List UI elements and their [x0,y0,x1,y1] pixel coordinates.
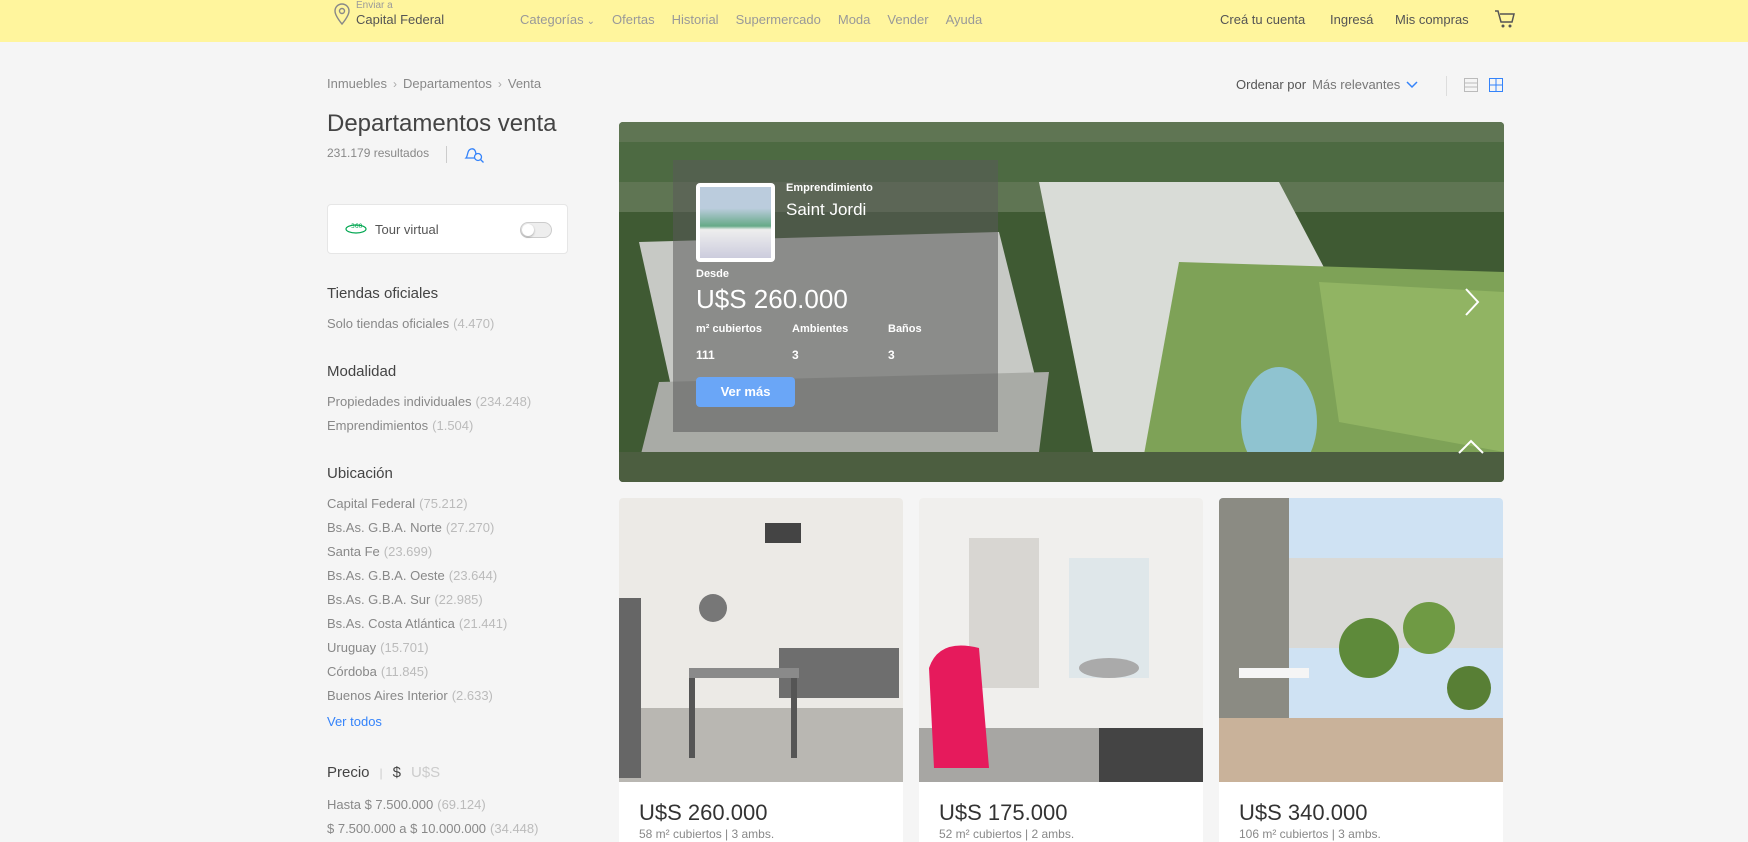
tour-virtual-label: Tour virtual [375,222,439,237]
filter-item[interactable]: Córdoba (11.845) [327,664,428,679]
filter-item[interactable]: Bs.As. G.B.A. Oeste (23.644) [327,568,497,583]
cart-icon[interactable] [1494,9,1516,34]
filter-item[interactable]: Emprendimientos (1.504) [327,418,473,433]
listing-card[interactable]: U$S 340.000 106 m² cubiertos | 3 ambs. [1219,498,1503,842]
hero-attr-value: 3 [888,348,895,362]
tour-virtual-filter: 360 Tour virtual [327,204,568,254]
listing-details: 58 m² cubiertos | 3 ambs. [639,827,775,841]
filter-item[interactable]: Hasta $ 7.500.000 (69.124) [327,797,486,812]
nav-moda[interactable]: Moda [838,12,871,27]
breadcrumb-venta[interactable]: Venta [508,76,541,91]
list-view-icon[interactable] [1464,78,1478,97]
chevron-right-icon: › [392,76,397,91]
listing-card[interactable]: U$S 260.000 58 m² cubiertos | 3 ambs. [619,498,903,842]
listing-price: U$S 340.000 [1239,800,1368,825]
toggle-knob [522,224,534,236]
filter-item[interactable]: Uruguay (15.701) [327,640,429,655]
thumbnail-image [700,187,771,258]
filter-item[interactable]: Bs.As. G.B.A. Sur (22.985) [327,592,483,607]
sort-value[interactable]: Más relevantes [1312,77,1400,92]
hero-attr-label: Baños [888,323,922,335]
chevron-up-icon[interactable] [1456,438,1486,461]
listing-image [919,498,1203,782]
currency-ars[interactable]: $ [393,764,401,781]
listing-image [619,498,903,782]
location-hint[interactable]: Enviar a [356,0,393,11]
filter-title-tiendas: Tiendas oficiales [327,285,439,302]
location-pin-icon[interactable] [333,2,351,33]
sort-label: Ordenar por [1236,77,1307,92]
filter-item[interactable]: Propiedades individuales (234.248) [327,394,531,409]
sort-control[interactable]: Ordenar por Más relevantes [1236,77,1418,92]
listing-price: U$S 175.000 [939,800,1068,825]
hero-attr-value: 3 [792,348,799,362]
breadcrumb-departamentos[interactable]: Departamentos [403,76,492,91]
filter-item[interactable]: Bs.As. G.B.A. Norte (27.270) [327,520,494,535]
currency-usd[interactable]: U$S [411,764,440,781]
listing-details: 52 m² cubiertos | 2 ambs. [939,827,1075,841]
results-count: 231.179 resultados [327,146,430,160]
nav-vender[interactable]: Vender [887,12,928,27]
nav-ayuda[interactable]: Ayuda [946,12,983,27]
listing-image [1219,498,1503,782]
hero-desde: Desde [696,268,730,280]
login-link[interactable]: Ingresá [1330,12,1373,27]
page-title: Departamentos venta [327,110,557,137]
360-icon: 360 [344,221,368,240]
chevron-right-icon[interactable] [1462,286,1482,323]
nav-supermercado[interactable]: Supermercado [736,12,821,27]
hero-name: Saint Jordi [786,200,867,219]
filter-title-precio: Precio | $ U$S [327,764,441,781]
location-value[interactable]: Capital Federal [356,12,444,27]
listing-price: U$S 260.000 [639,800,768,825]
main-nav: Categorías ⌄ Ofertas Historial Supermerca… [520,12,999,27]
alert-bell-icon[interactable] [462,145,486,168]
breadcrumb: Inmuebles › Departamentos › Venta [327,76,541,91]
chevron-down-icon: ⌄ [586,16,595,27]
divider [1446,76,1447,96]
filter-item[interactable]: Santa Fe (23.699) [327,544,432,559]
ver-mas-button[interactable]: Ver más [696,377,795,407]
nav-ofertas[interactable]: Ofertas [612,12,655,27]
divider: | [379,765,383,780]
hero-tag: Emprendimiento [786,182,873,194]
listing-details: 106 m² cubiertos | 3 ambs. [1239,827,1381,841]
filter-item[interactable]: $ 7.500.000 a $ 10.000.000 (34.448) [327,821,538,836]
hero-thumbnail[interactable] [696,183,775,262]
divider [446,146,447,163]
chevron-right-icon: › [497,76,502,91]
hero-attr-value: 111 [696,348,715,362]
filter-title-ubicacion: Ubicación [327,465,393,482]
hero-attr-label: m² cubiertos [696,323,763,335]
top-header: Enviar a Capital Federal Categorías ⌄ Ofe… [0,0,1748,42]
nav-historial[interactable]: Historial [672,12,719,27]
filter-item[interactable]: Solo tiendas oficiales (4.470) [327,316,494,331]
filter-item[interactable]: Capital Federal (75.212) [327,496,468,511]
hero-price: U$S 260.000 [696,284,848,314]
nav-categorias[interactable]: Categorías ⌄ [520,12,595,27]
listing-card[interactable]: U$S 175.000 52 m² cubiertos | 2 ambs. [919,498,1203,842]
my-purchases-link[interactable]: Mis compras [1395,12,1469,27]
breadcrumb-inmuebles[interactable]: Inmuebles [327,76,387,91]
filter-item[interactable]: Bs.As. Costa Atlántica (21.441) [327,616,507,631]
filter-item[interactable]: Buenos Aires Interior (2.633) [327,688,493,703]
grid-view-icon[interactable] [1489,78,1503,97]
see-all-link[interactable]: Ver todos [327,714,382,729]
chevron-down-icon [1406,77,1418,92]
filter-title-modalidad: Modalidad [327,363,397,380]
hero-attr-label: Ambientes [792,323,849,335]
create-account-link[interactable]: Creá tu cuenta [1220,12,1305,27]
tour-virtual-toggle[interactable] [520,222,552,238]
svg-text:360: 360 [351,223,363,230]
